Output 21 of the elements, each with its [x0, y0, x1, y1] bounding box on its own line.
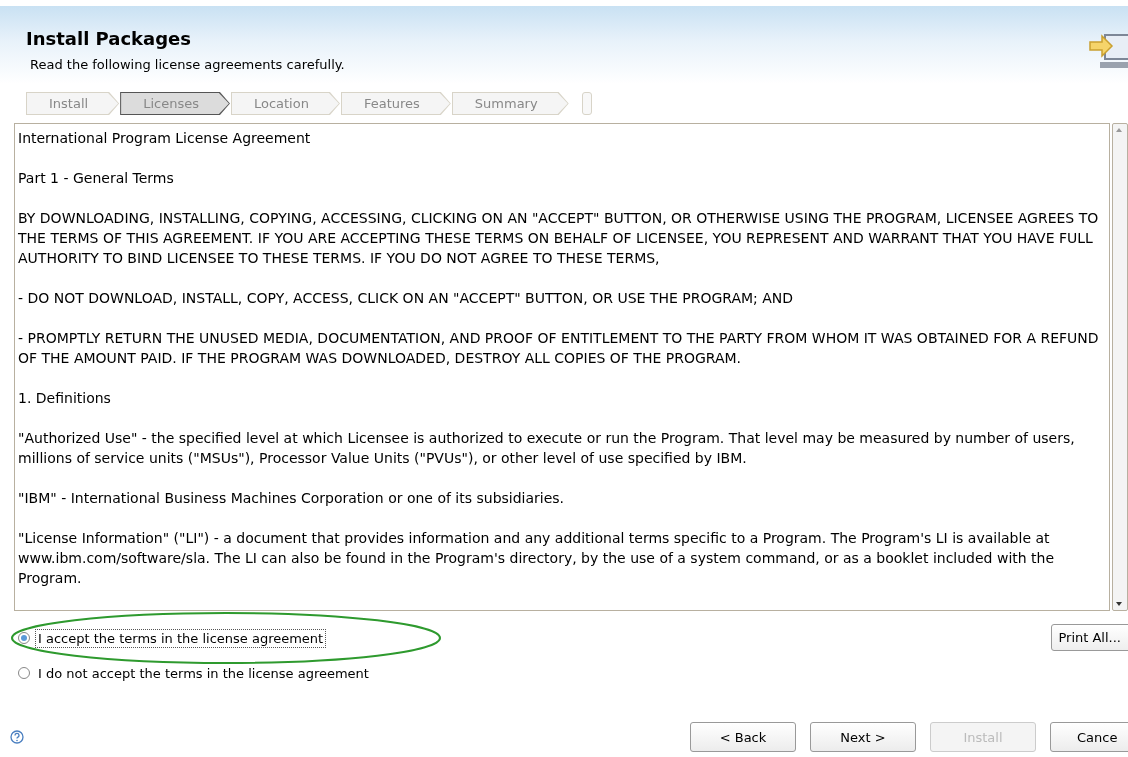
license-paragraph: "Authorized Use" - the specified level at which Licensee is authorized to execute or run the Program. That level may be measured by number of users, millions of service units ("MSUs"), Processor Value Units ("PVUs"), or other level of use specified by IBM. [18, 429, 1076, 468]
license-paragraph: Part 1 - General Terms [18, 169, 175, 188]
license-paragraph: - PROMPTLY RETURN THE UNUSED MEDIA, DOCUMENTATION, AND PROOF OF ENTITLEMENT TO THE PARTY FROM WHOM IT WAS OBTAINED FOR A REFUND OF THE AMOUNT PAID. IF THE PROGRAM WAS DOWNLOADED, DESTROY ALL COPIES OF THE PROGRAM. [18, 329, 1100, 368]
wizard-button[interactable]: Next > [810, 722, 916, 752]
dialog-subtitle: Read the following license agreements carefully. [30, 57, 345, 72]
radio-button[interactable] [18, 632, 30, 644]
print-all-button[interactable]: Print All... [1051, 624, 1128, 651]
license-paragraph: "IBM" - International Business Machines Corporation or one of its subsidiaries. [18, 489, 566, 508]
dialog-title: Install Packages [26, 28, 192, 49]
license-paragraph: "License Information" ("LI") - a document that provides information and any additional terms specific to a Program. The Program's LI is available at www.ibm.com/software/sla. The LI can also be found in the Program's directory, by the use of a system command, or as a booklet included with the Program. [18, 529, 1056, 588]
wizard-step-end [581, 92, 592, 115]
help-icon[interactable] [10, 730, 24, 744]
license-radio-option[interactable]: I do not accept the terms in the license agreement [18, 662, 371, 684]
license-paragraph: - DO NOT DOWNLOAD, INSTALL, COPY, ACCESS, CLICK ON AN "ACCEPT" BUTTON, OR USE THE PROGRAM; AND [18, 289, 795, 308]
wizard-button[interactable]: Cance [1050, 722, 1128, 752]
license-paragraph: International Program License Agreement [18, 129, 312, 148]
radio-button[interactable] [18, 667, 30, 679]
license-paragraph: BY DOWNLOADING, INSTALLING, COPYING, ACCESSING, CLICKING ON AN "ACCEPT" BUTTON, OR OTHERWISE USING THE PROGRAM, LICENSEE AGREES TO THE TERMS OF THIS AGREEMENT. IF YOU ARE ACCEPTING THESE TERMS ON BEHALF OF LICENSEE, YOU REPRESENT AND WARRANT THAT YOU HAVE FULL AUTHORITY TO BIND LICENSEE TO THESE TERMS. IF YOU DO NOT AGREE TO THESE TERMS, [18, 209, 1100, 268]
scrollbar[interactable] [1112, 123, 1128, 611]
wizard-button[interactable]: < Back [690, 722, 796, 752]
license-paragraph: 1. Definitions [18, 389, 112, 408]
